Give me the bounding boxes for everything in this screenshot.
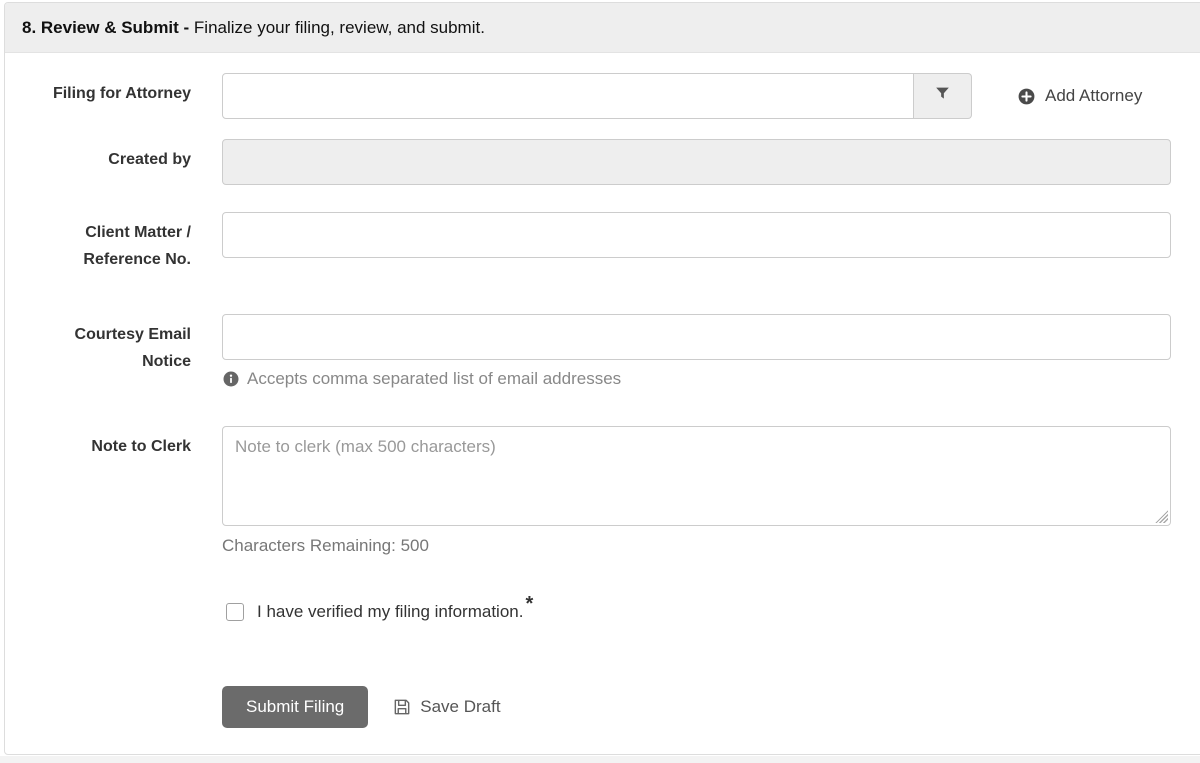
form-row-filing-for-attorney: Filing for Attorney xyxy=(22,73,1200,119)
filing-for-attorney-input[interactable] xyxy=(222,73,914,119)
form-row-note-to-clerk: Note to Clerk Characters Remaining: 500 xyxy=(22,426,1200,556)
note-to-clerk-label: Note to Clerk xyxy=(22,426,191,460)
plus-circle-icon xyxy=(1017,87,1045,106)
add-attorney-button[interactable]: Add Attorney xyxy=(1017,86,1142,106)
required-asterisk: * xyxy=(525,593,533,616)
save-draft-button[interactable]: Save Draft xyxy=(392,697,500,717)
filing-for-attorney-label: Filing for Attorney xyxy=(22,73,191,107)
courtesy-email-label: Courtesy Email Notice xyxy=(22,314,191,375)
courtesy-email-hint-text: Accepts comma separated list of email ad… xyxy=(247,369,621,389)
panel-heading: 8. Review & Submit - Finalize your filin… xyxy=(5,3,1200,53)
note-to-clerk-textarea[interactable] xyxy=(222,426,1171,526)
step-title: 8. Review & Submit - xyxy=(22,18,189,37)
step-subtitle: Finalize your filing, review, and submit… xyxy=(189,18,485,37)
client-matter-label: Client Matter / Reference No. xyxy=(22,212,191,273)
client-matter-input[interactable] xyxy=(222,212,1171,258)
attorney-input-group xyxy=(222,73,972,119)
form-row-client-matter: Client Matter / Reference No. xyxy=(22,212,1200,273)
verify-checkbox-label: I have verified my filing information. xyxy=(257,602,523,622)
info-icon xyxy=(222,370,247,388)
panel-body: Filing for Attorney xyxy=(5,53,1200,728)
add-attorney-label: Add Attorney xyxy=(1045,86,1142,106)
courtesy-email-input[interactable] xyxy=(222,314,1171,360)
review-submit-panel: 8. Review & Submit - Finalize your filin… xyxy=(4,2,1200,755)
next-section-edge xyxy=(0,756,1200,763)
attorney-filter-button[interactable] xyxy=(914,73,972,119)
characters-remaining: Characters Remaining: 500 xyxy=(222,536,1171,556)
form-row-actions: Submit Filing Save Draft xyxy=(22,686,1200,728)
form-row-verify: I have verified my filing information. * xyxy=(22,600,1200,623)
form-row-created-by: Created by xyxy=(22,139,1200,185)
courtesy-email-hint: Accepts comma separated list of email ad… xyxy=(222,369,1171,389)
save-draft-label: Save Draft xyxy=(420,697,500,717)
form-row-courtesy-email: Courtesy Email Notice Accepts comma sepa… xyxy=(22,314,1200,389)
created-by-label: Created by xyxy=(22,139,191,173)
save-floppy-icon xyxy=(392,697,420,717)
filter-icon xyxy=(933,84,952,108)
created-by-input xyxy=(222,139,1171,185)
verify-checkbox[interactable] xyxy=(226,603,244,621)
submit-filing-button[interactable]: Submit Filing xyxy=(222,686,368,728)
